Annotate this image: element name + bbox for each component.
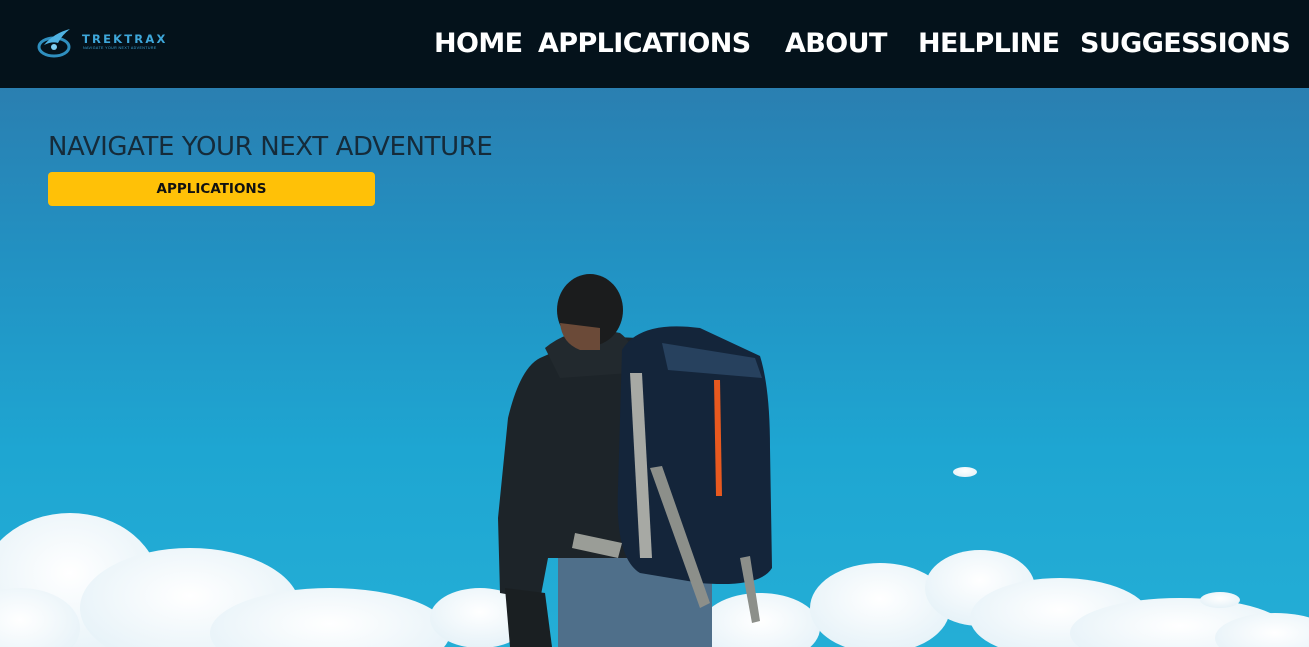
hiker-figure [498,274,772,647]
nav-home[interactable]: HOME [434,25,523,63]
hero-title: NAVIGATE YOUR NEXT ADVENTURE [48,132,493,162]
compass-bird-logo-icon [37,29,71,58]
nav-suggessions[interactable]: SUGGESSIONS [1080,25,1291,63]
applications-button[interactable]: APPLICATIONS [48,172,375,206]
nav-applications[interactable]: APPLICATIONS [538,25,751,63]
hero-section: NAVIGATE YOUR NEXT ADVENTURE APPLICATION… [0,88,1309,647]
nav-helpline[interactable]: HELPLINE [918,25,1060,63]
trektrax-logo[interactable]: TREKTRAX NAVIGATE YOUR NEXT ADVENTURE [36,25,186,61]
logo-tagline: NAVIGATE YOUR NEXT ADVENTURE [83,46,157,50]
logo-name: TREKTRAX [82,32,168,46]
nav-about[interactable]: ABOUT [785,25,887,63]
site-header: TREKTRAX NAVIGATE YOUR NEXT ADVENTURE HO… [0,0,1309,88]
